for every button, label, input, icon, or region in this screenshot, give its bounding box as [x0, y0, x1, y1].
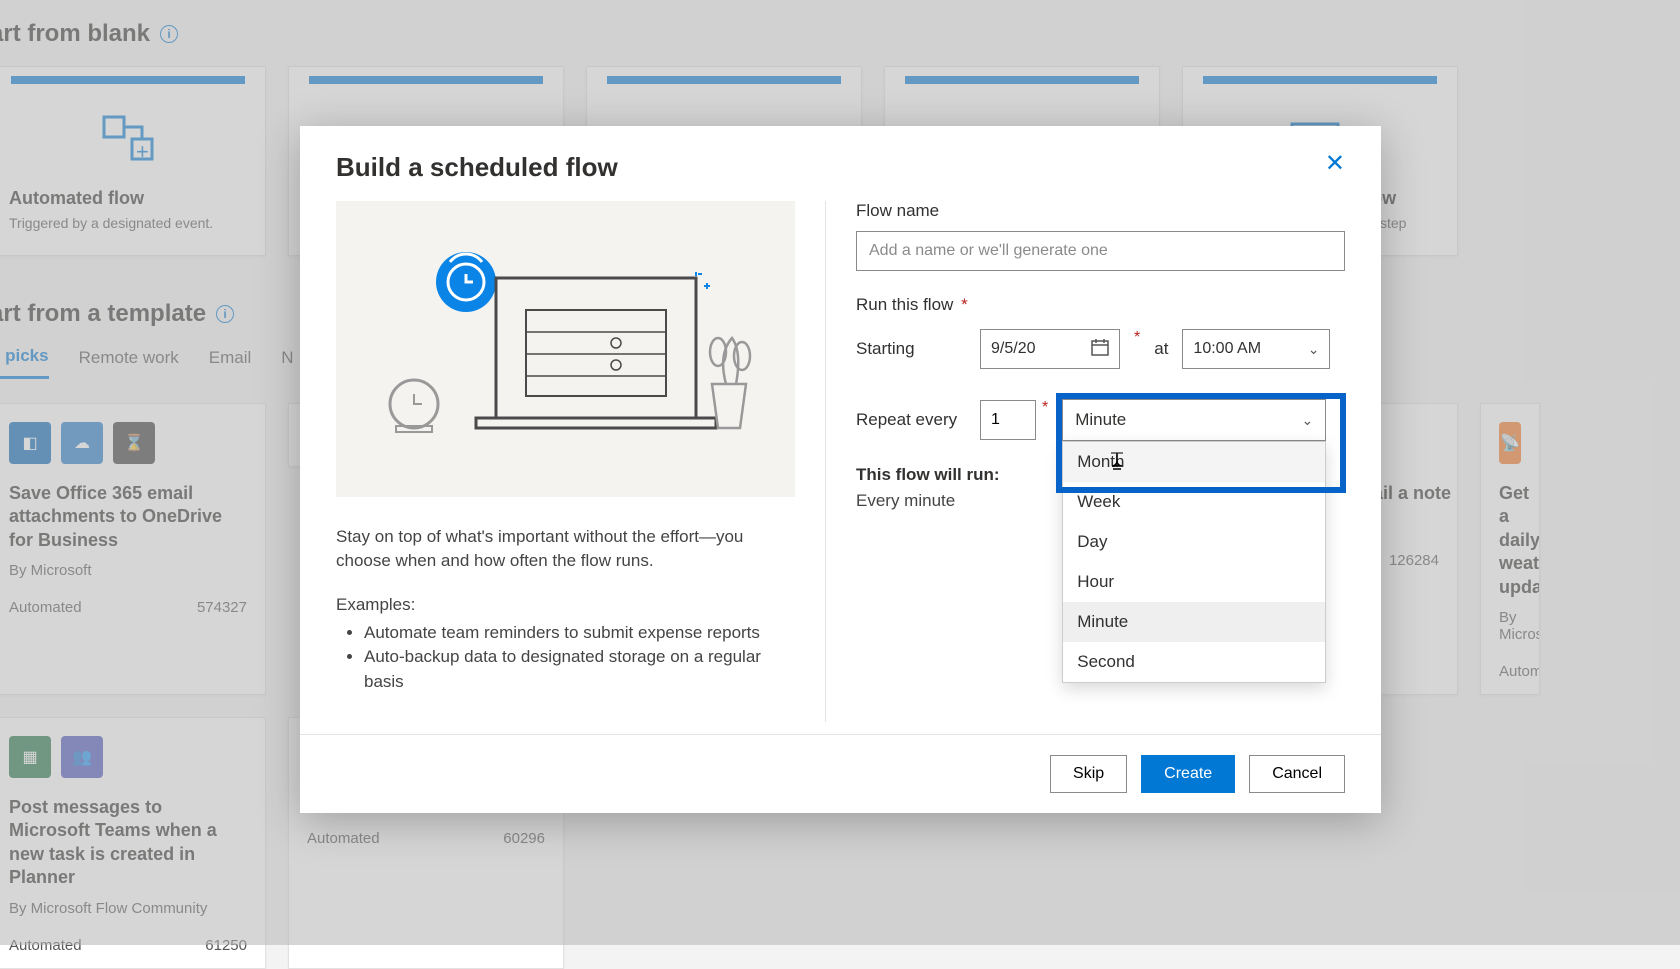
- repeat-unit-value: Minute: [1075, 410, 1126, 430]
- date-value: 9/5/20: [991, 340, 1035, 358]
- repeat-label: Repeat every: [856, 410, 966, 430]
- unit-dropdown: Month Week Day Hour Minute Second: [1062, 441, 1326, 683]
- unit-option-second[interactable]: Second: [1063, 642, 1325, 682]
- example-item: Auto-backup data to designated storage o…: [364, 645, 795, 694]
- cursor-icon: [1108, 451, 1126, 478]
- starting-label: Starting: [856, 339, 966, 359]
- unit-option-minute[interactable]: Minute: [1063, 602, 1325, 642]
- repeat-unit-select[interactable]: Minute ⌄: [1062, 399, 1326, 441]
- unit-option-day[interactable]: Day: [1063, 522, 1325, 562]
- required-star: *: [961, 295, 968, 314]
- scheduled-flow-modal: Build a scheduled flow ✕: [300, 126, 1381, 813]
- modal-title: Build a scheduled flow: [336, 152, 618, 183]
- calendar-icon: [1091, 338, 1109, 361]
- required-star: *: [1042, 399, 1048, 417]
- flow-name-input[interactable]: [856, 231, 1345, 271]
- run-flow-label: Run this flow: [856, 295, 953, 314]
- illustration: [336, 201, 795, 497]
- unit-option-month[interactable]: Month: [1063, 442, 1325, 482]
- skip-button[interactable]: Skip: [1050, 755, 1127, 793]
- chevron-down-icon: ⌄: [1302, 412, 1314, 429]
- create-button[interactable]: Create: [1141, 755, 1235, 793]
- time-value: 10:00 AM: [1193, 340, 1261, 358]
- unit-option-week[interactable]: Week: [1063, 482, 1325, 522]
- close-button[interactable]: ✕: [1325, 152, 1345, 176]
- unit-option-hour[interactable]: Hour: [1063, 562, 1325, 602]
- cancel-button[interactable]: Cancel: [1249, 755, 1345, 793]
- start-time-input[interactable]: 10:00 AM ⌄: [1182, 329, 1330, 369]
- flow-name-label: Flow name: [856, 201, 1345, 221]
- required-star: *: [1134, 329, 1140, 347]
- repeat-count-input[interactable]: [980, 400, 1036, 440]
- modal-description: Stay on top of what's important without …: [336, 525, 795, 573]
- chevron-down-icon: ⌄: [1308, 341, 1320, 358]
- examples-label: Examples:: [336, 595, 795, 615]
- example-item: Automate team reminders to submit expens…: [364, 621, 795, 646]
- start-date-input[interactable]: 9/5/20: [980, 329, 1120, 369]
- at-label: at: [1154, 339, 1168, 359]
